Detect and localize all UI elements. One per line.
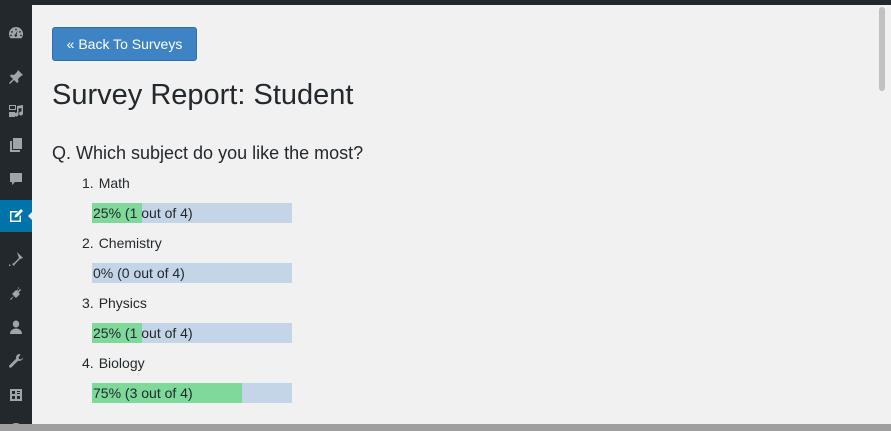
pin-icon bbox=[9, 70, 23, 84]
scrollbar-thumb[interactable] bbox=[879, 7, 885, 91]
result-percent: 25% (1 out of 4) bbox=[93, 205, 193, 221]
sidebar-item-survey[interactable] bbox=[0, 200, 33, 232]
pages-icon bbox=[10, 138, 22, 152]
tools-icon bbox=[9, 354, 23, 368]
sidebar-item-media[interactable] bbox=[0, 95, 32, 127]
admin-sidebar bbox=[0, 0, 33, 431]
result-bar: 0% (0 out of 4) bbox=[92, 263, 292, 283]
appearance-icon bbox=[9, 252, 23, 266]
sidebar-item-settings[interactable] bbox=[0, 379, 32, 411]
answer-label: 4. Biology bbox=[82, 355, 145, 371]
sidebar-item-dashboard[interactable] bbox=[0, 17, 32, 49]
answer-text: Math bbox=[98, 175, 130, 191]
sidebar-item-plugins[interactable] bbox=[0, 278, 32, 310]
answer-text: Biology bbox=[98, 355, 145, 371]
users-icon bbox=[10, 320, 22, 334]
settings-icon bbox=[10, 389, 22, 401]
answer-label: 3. Physics bbox=[82, 295, 147, 311]
sidebar-item-appearance[interactable] bbox=[0, 243, 32, 275]
result-percent: 25% (1 out of 4) bbox=[93, 325, 193, 341]
sidebar-item-posts[interactable] bbox=[0, 61, 32, 93]
comments-icon bbox=[10, 173, 22, 185]
answer-number: 3. bbox=[82, 295, 94, 311]
survey-icon bbox=[10, 209, 23, 222]
question-text: Q. Which subject do you like the most? bbox=[52, 143, 364, 163]
page-title: Survey Report: Student bbox=[52, 79, 354, 111]
dashboard-icon bbox=[9, 27, 23, 39]
answer-text: Chemistry bbox=[98, 235, 162, 251]
plugins-icon bbox=[10, 287, 21, 300]
media-icon bbox=[9, 105, 24, 117]
result-bar: 25% (1 out of 4) bbox=[92, 323, 292, 343]
sidebar-item-users[interactable] bbox=[0, 311, 32, 343]
sidebar-item-tools[interactable] bbox=[0, 345, 32, 377]
result-percent: 0% (0 out of 4) bbox=[93, 265, 185, 281]
result-percent: 75% (3 out of 4) bbox=[93, 385, 193, 401]
sidebar-item-pages[interactable] bbox=[0, 129, 32, 161]
answer-number: 2. bbox=[82, 235, 94, 251]
answer-number: 1. bbox=[82, 175, 94, 191]
result-bar: 75% (3 out of 4) bbox=[92, 383, 292, 403]
sidebar-item-comments[interactable] bbox=[0, 163, 32, 195]
bottom-bar bbox=[0, 424, 891, 431]
main-content: « Back To Surveys Survey Report: Student… bbox=[32, 5, 877, 424]
answer-number: 4. bbox=[82, 355, 94, 371]
answer-label: 2. Chemistry bbox=[82, 235, 162, 251]
result-bar: 25% (1 out of 4) bbox=[92, 203, 292, 223]
back-to-surveys-button[interactable]: « Back To Surveys bbox=[52, 27, 197, 61]
answer-label: 1. Math bbox=[82, 175, 130, 191]
answer-text: Physics bbox=[98, 295, 147, 311]
